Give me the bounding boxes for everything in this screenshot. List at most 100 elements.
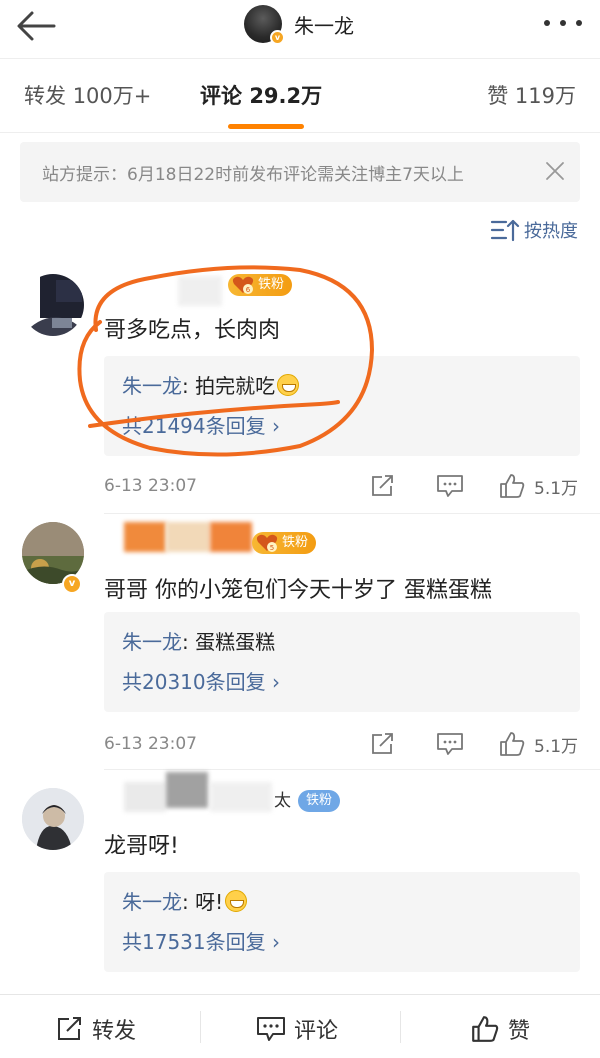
- fan-badge-label: 铁粉: [258, 277, 285, 292]
- comment-icon: [437, 475, 463, 497]
- reply-total-link[interactable]: 共21494条回复 ›: [122, 410, 280, 439]
- top-nav-bar: v 朱一龙: [0, 0, 600, 56]
- tab-count: 100万+: [72, 84, 152, 108]
- blurred-username: [210, 782, 272, 812]
- divider: [104, 769, 600, 770]
- profile-header[interactable]: v 朱一龙: [244, 4, 354, 45]
- header-username[interactable]: 朱一龙: [294, 10, 354, 39]
- tab-label: 赞: [487, 84, 509, 108]
- comment-item: 6 铁粉 哥多吃点，长肉肉 朱一龙: 拍完就吃 共21494条回复 › 6-13…: [0, 262, 600, 514]
- reply-line: 朱一龙: 呀!: [122, 886, 248, 915]
- reply-content: 蛋糕蛋糕: [195, 630, 276, 654]
- blurred-username: [166, 772, 208, 808]
- reply-comment-button[interactable]: [436, 732, 464, 756]
- blurred-username[interactable]: [178, 276, 222, 306]
- sort-by-hot-button[interactable]: 按热度: [490, 214, 578, 246]
- blurred-username: [210, 522, 252, 552]
- reply-content: 呀!: [195, 890, 224, 914]
- avatar[interactable]: [22, 788, 84, 850]
- share-icon: [58, 1017, 81, 1040]
- repost-comment-button[interactable]: [370, 732, 396, 756]
- fan-badge-label: 铁粉: [282, 535, 309, 550]
- arrow-left-icon[interactable]: [14, 8, 58, 44]
- reply-box[interactable]: 朱一龙: 蛋糕蛋糕 共20310条回复 ›: [104, 612, 580, 712]
- verified-badge: v: [62, 574, 82, 594]
- blurred-username: [166, 522, 210, 552]
- fan-level: 5: [270, 544, 274, 552]
- comment-date: 6-13 23:07: [104, 734, 197, 754]
- tab-like[interactable]: 赞 119万: [487, 80, 576, 110]
- site-notice: 站方提示：6月18日22时前发布评论需关注博主7天以上: [20, 142, 580, 202]
- comment-date: 6-13 23:07: [104, 476, 197, 496]
- reply-separator: :: [182, 374, 196, 398]
- comment-button[interactable]: 评论: [256, 1013, 338, 1045]
- divider: [400, 1011, 401, 1043]
- active-tab-indicator: [228, 124, 304, 129]
- tab-repost[interactable]: 转发 100万+: [24, 80, 151, 110]
- repost-comment-button[interactable]: [370, 474, 396, 498]
- fan-badge-label: 铁粉: [306, 793, 333, 808]
- notice-text: 站方提示：6月18日22时前发布评论需关注博主7天以上: [42, 165, 464, 185]
- comment-icon: [257, 1017, 285, 1041]
- comment-text: 哥哥 你的小笼包们今天十岁了 蛋糕蛋糕: [104, 578, 492, 603]
- thumb-up-icon: [500, 732, 525, 756]
- reply-line: 朱一龙: 蛋糕蛋糕: [122, 626, 275, 655]
- repost-button[interactable]: 转发: [56, 1013, 136, 1045]
- username-tail[interactable]: 太: [274, 786, 291, 811]
- share-icon: [372, 733, 393, 754]
- divider: [0, 132, 600, 133]
- tab-bar: 转发 100万+ 评论 29.2万 赞 119万: [0, 60, 600, 132]
- reply-content: 拍完就吃: [195, 374, 276, 398]
- sort-label: 按热度: [524, 221, 578, 242]
- fan-badge: 铁粉: [298, 790, 341, 812]
- like-comment-button[interactable]: 5.1万: [498, 472, 578, 500]
- reply-separator: :: [182, 630, 196, 654]
- sort-icon: [490, 219, 520, 242]
- thumb-up-icon: [500, 474, 525, 498]
- bottom-action-bar: 转发 评论 赞: [0, 994, 600, 1058]
- reply-author[interactable]: 朱一龙: [122, 890, 182, 914]
- divider: [200, 1011, 201, 1043]
- fan-level: 6: [246, 286, 251, 294]
- reply-box[interactable]: 朱一龙: 拍完就吃 共21494条回复 ›: [104, 356, 580, 456]
- reply-total-link[interactable]: 共20310条回复 ›: [122, 666, 280, 695]
- divider: [104, 513, 600, 514]
- comment-text: 哥多吃点，长肉肉: [104, 318, 281, 343]
- reply-line: 朱一龙: 拍完就吃: [122, 370, 300, 399]
- like-comment-button[interactable]: 5.1万: [498, 730, 578, 758]
- repost-label: 转发: [92, 1019, 137, 1044]
- reply-box[interactable]: 朱一龙: 呀! 共17531条回复 ›: [104, 872, 580, 972]
- comment-item: 太 铁粉 龙哥呀! 朱一龙: 呀! 共17531条回复 ›: [0, 772, 600, 994]
- verified-badge: v: [270, 30, 285, 45]
- like-label: 赞: [508, 1019, 531, 1044]
- share-icon: [372, 475, 393, 496]
- tab-count: 119万: [514, 84, 576, 108]
- tab-label: 转发: [24, 84, 66, 108]
- heart-icon: 5: [256, 534, 278, 552]
- comment-icon: [437, 733, 463, 755]
- fan-badge: 6 铁粉: [228, 274, 293, 296]
- heart-icon: 6: [232, 276, 254, 294]
- like-count: 5.1万: [534, 478, 579, 499]
- reply-separator: :: [182, 890, 196, 914]
- reply-comment-button[interactable]: [436, 474, 464, 498]
- comment-text: 龙哥呀!: [104, 834, 179, 859]
- avatar[interactable]: [22, 274, 84, 336]
- tab-count: 29.2万: [249, 84, 323, 108]
- tab-label: 评论: [200, 84, 242, 108]
- reply-total-link[interactable]: 共17531条回复 ›: [122, 926, 280, 955]
- comment-item: v 5 铁粉 哥哥 你的小笼包们今天十岁了 蛋糕蛋糕 朱一龙: 蛋糕蛋糕 共20…: [0, 516, 600, 770]
- blurred-username[interactable]: [124, 782, 166, 812]
- reply-author[interactable]: 朱一龙: [122, 630, 182, 654]
- comment-label: 评论: [294, 1019, 339, 1044]
- reply-author[interactable]: 朱一龙: [122, 374, 182, 398]
- like-button[interactable]: 赞: [470, 1013, 530, 1045]
- thumb-up-icon: [472, 1016, 499, 1042]
- like-count: 5.1万: [534, 736, 579, 757]
- blurred-username[interactable]: [124, 522, 166, 552]
- avatar[interactable]: v: [244, 5, 285, 45]
- divider: [0, 58, 600, 59]
- close-icon[interactable]: [544, 160, 566, 182]
- more-dots-icon[interactable]: [544, 18, 582, 28]
- grin-emoji-icon: [277, 374, 300, 396]
